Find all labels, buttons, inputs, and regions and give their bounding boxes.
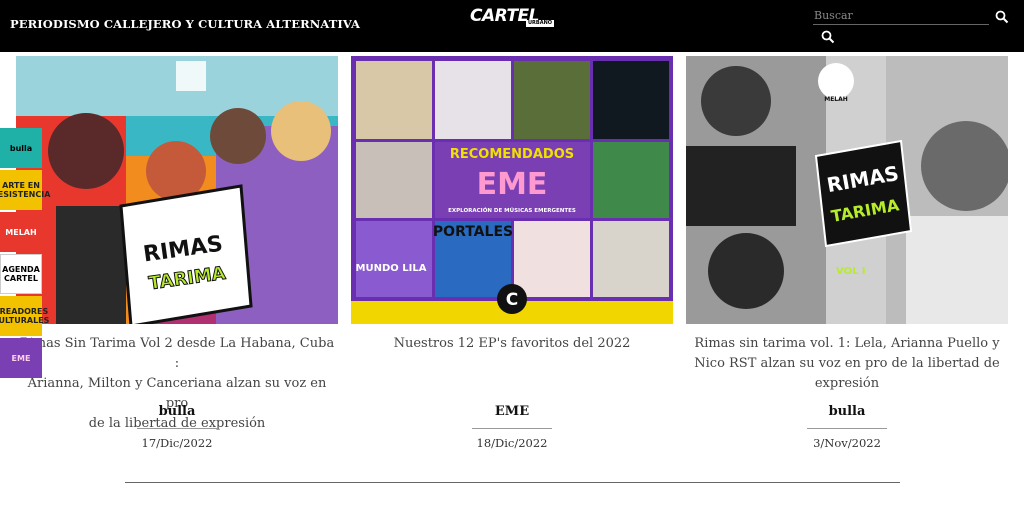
article-title-line: Nico RST alzan su voz en pro de la liber… (694, 356, 1000, 371)
article-image[interactable]: RIMAS TARIMA VOL I MELAH (686, 56, 1008, 324)
article-title-line: Rimas sin tarima vol. 1: Lela, Arianna P… (694, 336, 1000, 351)
article-image[interactable]: RIMAS TARIMA (16, 56, 338, 324)
category-divider (137, 428, 217, 429)
sidebar-category-3[interactable]: AGENDA CARTEL (0, 254, 42, 294)
svg-text:EXPLORACIÓN DE MÚSICAS EMERGEN: EXPLORACIÓN DE MÚSICAS EMERGENTES (448, 207, 576, 214)
category-divider (472, 428, 552, 429)
svg-text:MELAH: MELAH (824, 96, 848, 103)
category-divider (807, 428, 887, 429)
sidebar-category-4[interactable]: CREADORES CULTURALES (0, 296, 49, 336)
sidebar-category-5[interactable]: EME (0, 338, 42, 378)
svg-text:VOL I: VOL I (836, 266, 866, 277)
article-title[interactable]: Nuestros 12 EP's favoritos del 2022 (351, 334, 673, 354)
svg-text:MUNDO LILA: MUNDO LILA (356, 263, 427, 274)
sidebar-category-2[interactable]: MELAH (0, 212, 42, 252)
article-date: 18/Dic/2022 (476, 436, 548, 450)
section-divider (125, 482, 900, 483)
search-input[interactable] (813, 6, 989, 25)
svg-text:C: C (506, 290, 518, 310)
article-title-line: Rimas Sin Tarima Vol 2 desde La Habana, … (19, 336, 335, 371)
site-tagline: PERIODISMO CALLEJERO Y CULTURA ALTERNATI… (10, 17, 361, 31)
category-sidebar: bullaARTE EN RESISTENCIAMELAHAGENDA CART… (0, 128, 50, 380)
article-title[interactable]: Rimas Sin Tarima Vol 2 desde La Habana, … (16, 334, 338, 434)
svg-text:RECOMENDADOS: RECOMENDADOS (450, 147, 574, 162)
logo-subtext: URBANO (526, 20, 555, 27)
search-icon[interactable] (995, 9, 1009, 24)
article-title-line: expresión (814, 376, 880, 391)
article-title[interactable]: Rimas sin tarima vol. 1: Lela, Arianna P… (686, 334, 1008, 394)
article-category[interactable]: bulla (16, 404, 338, 419)
article-image[interactable]: RECOMENDADOS EME EXPLORACIÓN DE MÚSICAS … (351, 56, 673, 324)
search-icon[interactable] (821, 29, 835, 44)
svg-text:PORTALES: PORTALES (433, 224, 513, 240)
svg-text:EME: EME (477, 167, 548, 202)
site-logo[interactable]: CARTEL URBANO (470, 6, 558, 28)
sidebar-category-1[interactable]: ARTE EN RESISTENCIA (0, 170, 50, 210)
article-date: 3/Nov/2022 (813, 436, 881, 450)
sidebar-category-0[interactable]: bulla (0, 128, 42, 168)
article-category[interactable]: bulla (686, 404, 1008, 419)
site-header: PERIODISMO CALLEJERO Y CULTURA ALTERNATI… (0, 0, 1024, 52)
article-category[interactable]: EME (351, 404, 673, 419)
article-date: 17/Dic/2022 (141, 436, 213, 450)
